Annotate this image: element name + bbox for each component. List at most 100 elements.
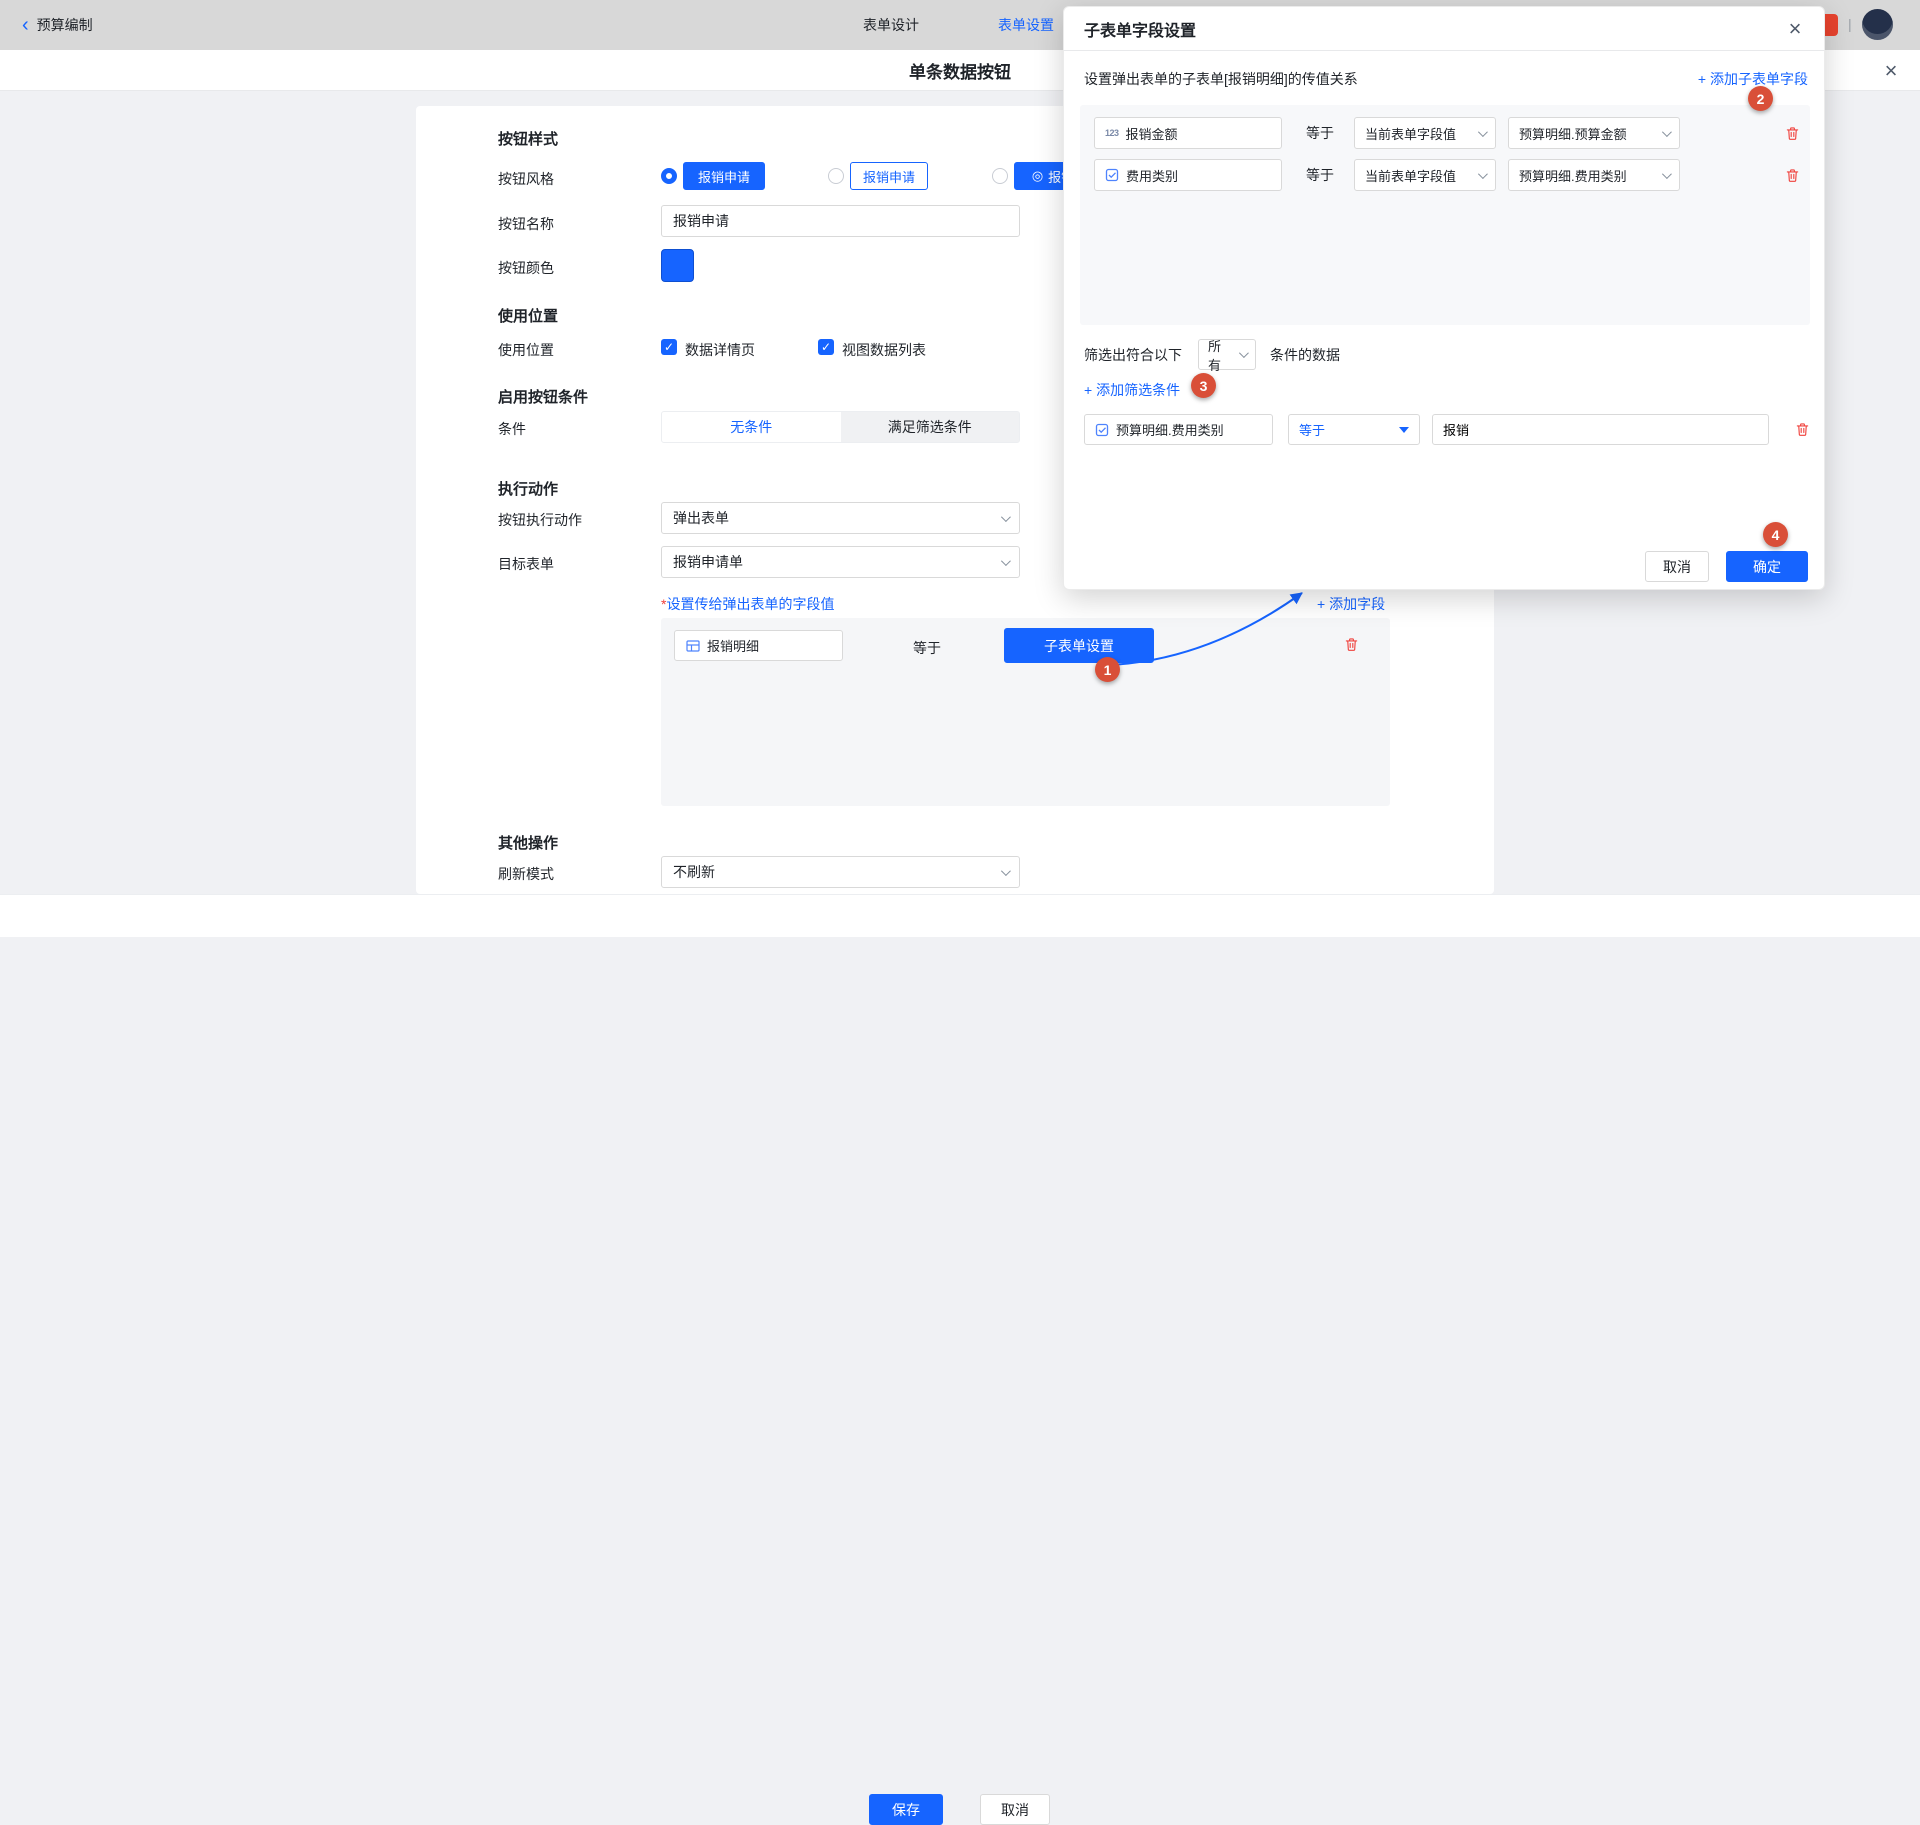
tab-form-design-label: 表单设计 (863, 15, 919, 35)
section-action: 执行动作 (498, 478, 558, 499)
label-button-color: 按钮颜色 (498, 258, 554, 278)
add-filter-link[interactable]: + 添加筛选条件 (1084, 380, 1180, 400)
condition-segmented: 无条件 满足筛选条件 (661, 411, 1020, 443)
mapping-source-select[interactable]: 当前表单字段值 (1354, 159, 1496, 191)
target-form-value: 报销申请单 (673, 552, 743, 572)
modal-title: 子表单字段设置 (1084, 7, 1196, 51)
checkbox-view-list-label[interactable]: 视图数据列表 (842, 340, 926, 360)
radio-style-outline[interactable] (828, 168, 844, 184)
chevron-down-icon (1001, 556, 1011, 566)
delete-filter-row-icon[interactable] (1795, 422, 1810, 437)
back-button[interactable]: ‹ 预算编制 (22, 0, 93, 50)
subform-field-value: 报销明细 (707, 636, 759, 655)
target-form-select[interactable]: 报销申请单 (661, 546, 1020, 578)
modal-close-icon[interactable]: × (1782, 16, 1808, 42)
filter-field-value: 预算明细.费用类别 (1116, 420, 1224, 439)
annotation-badge-3: 3 (1191, 373, 1216, 398)
subform-field-settings-modal: 子表单字段设置 × 设置弹出表单的子表单[报销明细]的传值关系 + 添加子表单字… (1063, 6, 1825, 590)
section-enable-condition: 启用按钮条件 (498, 386, 588, 407)
style-preview-solid[interactable]: 报销申请 (683, 162, 765, 190)
label-button-name: 按钮名称 (498, 214, 554, 234)
subtable-icon (686, 639, 700, 653)
annotation-badge-1: 1 (1095, 657, 1120, 682)
back-label: 预算编制 (37, 15, 93, 35)
checkbox-detail-page[interactable]: ✓ (661, 339, 677, 355)
select-field-icon (1105, 168, 1119, 182)
filter-suffix: 条件的数据 (1270, 345, 1340, 365)
field-note: *设置传给弹出表单的字段值 (661, 594, 834, 614)
mapping-value-value: 预算明细.费用类别 (1519, 166, 1627, 185)
mapping-row: 费用类别 等于 当前表单字段值 预算明细.费用类别 (1094, 159, 1800, 191)
checkbox-view-list[interactable]: ✓ (818, 339, 834, 355)
style-preview-outline[interactable]: 报销申请 (850, 162, 928, 190)
label-exec-action: 按钮执行动作 (498, 510, 582, 530)
relation-equals: 等于 (1306, 123, 1334, 143)
footer-bar: 保存 取消 (0, 894, 1920, 937)
add-subform-field-link[interactable]: + 添加子表单字段 (1698, 69, 1808, 89)
chevron-down-icon (1001, 512, 1011, 522)
delete-mapping-row-icon[interactable] (1785, 126, 1800, 141)
mapping-field-value: 报销金额 (1126, 124, 1178, 143)
label-refresh-mode: 刷新模式 (498, 864, 554, 884)
annotation-arrow (1090, 575, 1330, 685)
target-icon: ◎ (1032, 168, 1043, 184)
relation-equals: 等于 (1306, 165, 1334, 185)
tab-form-design[interactable]: 表单设计 (863, 0, 919, 50)
filter-row: 预算明细.费用类别 等于 (1084, 414, 1810, 445)
mapping-source-value: 当前表单字段值 (1365, 124, 1456, 143)
mapping-field-input[interactable]: 123 报销金额 (1094, 117, 1282, 149)
cancel-button[interactable]: 取消 (980, 1794, 1050, 1825)
chevron-down-icon (1478, 169, 1488, 179)
exec-action-select[interactable]: 弹出表单 (661, 502, 1020, 534)
refresh-mode-select[interactable]: 不刷新 (661, 856, 1020, 888)
filter-field-input[interactable]: 预算明细.费用类别 (1084, 414, 1273, 445)
label-usage: 使用位置 (498, 340, 554, 360)
avatar[interactable] (1862, 9, 1893, 40)
relation-equals: 等于 (913, 638, 941, 658)
filter-operator-select[interactable]: 等于 (1288, 414, 1420, 445)
label-target-form: 目标表单 (498, 554, 554, 574)
label-button-style: 按钮风格 (498, 169, 554, 189)
select-field-icon (1095, 423, 1109, 437)
delete-mapping-row-icon[interactable] (1785, 168, 1800, 183)
button-name-input[interactable] (661, 205, 1020, 237)
checkbox-detail-page-label[interactable]: 数据详情页 (685, 340, 755, 360)
section-usage: 使用位置 (498, 305, 558, 326)
mapping-row: 123 报销金额 等于 当前表单字段值 预算明细.预算金额 (1094, 117, 1800, 149)
number-field-icon: 123 (1105, 128, 1119, 138)
filter-match-value: 所有 (1208, 336, 1231, 374)
modal-cancel-button[interactable]: 取消 (1645, 551, 1709, 582)
save-button[interactable]: 保存 (869, 1794, 943, 1825)
filter-match-select[interactable]: 所有 (1198, 339, 1256, 370)
mapping-source-select[interactable]: 当前表单字段值 (1354, 117, 1496, 149)
chevron-down-icon (1478, 127, 1488, 137)
section-button-style: 按钮样式 (498, 128, 558, 149)
radio-style-icon[interactable] (992, 168, 1008, 184)
filter-condition-line: 筛选出符合以下 所有 条件的数据 (1084, 339, 1340, 370)
radio-style-solid[interactable] (661, 168, 677, 184)
chevron-down-icon (1001, 866, 1011, 876)
button-color-swatch[interactable] (661, 249, 694, 282)
modal-description: 设置弹出表单的子表单[报销明细]的传值关系 (1084, 69, 1358, 89)
delete-field-row-icon[interactable] (1344, 637, 1359, 652)
subform-field-input[interactable]: 报销明细 (674, 630, 843, 661)
modal-confirm-button[interactable]: 确定 (1726, 551, 1808, 582)
filter-prefix: 筛选出符合以下 (1084, 345, 1182, 365)
exec-action-value: 弹出表单 (673, 508, 729, 528)
refresh-mode-value: 不刷新 (673, 862, 715, 882)
check-icon: ✓ (664, 340, 674, 354)
filter-operator-value: 等于 (1299, 420, 1325, 439)
mapping-value-select[interactable]: 预算明细.费用类别 (1508, 159, 1680, 191)
page-close-icon[interactable]: × (1879, 59, 1903, 83)
mapping-field-value: 费用类别 (1126, 166, 1178, 185)
annotation-badge-2: 2 (1748, 86, 1773, 111)
segment-filter-condition[interactable]: 满足筛选条件 (841, 412, 1020, 442)
back-chevron-icon: ‹ (22, 15, 29, 35)
caret-down-icon (1399, 427, 1409, 433)
mapping-value-select[interactable]: 预算明细.预算金额 (1508, 117, 1680, 149)
tab-form-settings[interactable]: 表单设置 (998, 0, 1054, 50)
chevron-down-icon (1662, 127, 1672, 137)
segment-no-condition[interactable]: 无条件 (662, 412, 841, 442)
mapping-field-input[interactable]: 费用类别 (1094, 159, 1282, 191)
filter-value-input[interactable] (1432, 414, 1769, 445)
